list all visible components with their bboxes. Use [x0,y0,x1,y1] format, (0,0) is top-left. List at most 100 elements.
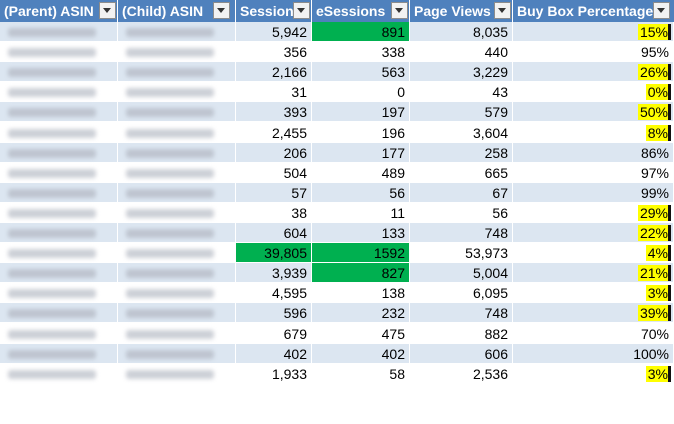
sessions-cell[interactable]: 31 [236,82,312,102]
sessions-cell[interactable]: 57 [236,183,312,203]
parent-asin-cell[interactable] [0,102,118,122]
buy-box-cell[interactable]: 21% [513,263,674,283]
page-views-cell[interactable]: 67 [410,183,513,203]
child-asin-cell[interactable] [118,344,236,364]
child-asin-cell[interactable] [118,183,236,203]
page-views-cell[interactable]: 8,035 [410,22,513,42]
filter-dropdown-icon[interactable] [99,2,116,19]
esessions-cell[interactable]: 58 [312,364,410,384]
buy-box-cell[interactable]: 0% [513,82,674,102]
esessions-cell[interactable]: 133 [312,223,410,243]
buy-box-cell[interactable]: 15% [513,22,674,42]
child-asin-cell[interactable] [118,163,236,183]
child-asin-cell[interactable] [118,303,236,323]
header-sessions[interactable]: Sessions [236,0,312,22]
parent-asin-cell[interactable] [0,183,118,203]
page-views-cell[interactable]: 258 [410,143,513,163]
parent-asin-cell[interactable] [0,143,118,163]
sessions-cell[interactable]: 2,166 [236,62,312,82]
sessions-cell[interactable]: 504 [236,163,312,183]
esessions-cell[interactable]: 489 [312,163,410,183]
buy-box-cell[interactable]: 8% [513,123,674,143]
page-views-cell[interactable]: 606 [410,344,513,364]
buy-box-cell[interactable]: 26% [513,62,674,82]
buy-box-cell[interactable]: 29% [513,203,674,223]
parent-asin-cell[interactable] [0,303,118,323]
page-views-cell[interactable]: 748 [410,303,513,323]
buy-box-cell[interactable]: 100% [513,344,674,364]
parent-asin-cell[interactable] [0,203,118,223]
buy-box-cell[interactable]: 39% [513,303,674,323]
child-asin-cell[interactable] [118,102,236,122]
page-views-cell[interactable]: 3,604 [410,123,513,143]
header-esessions[interactable]: eSessions [312,0,410,22]
parent-asin-cell[interactable] [0,62,118,82]
header-parent-asin[interactable]: (Parent) ASIN [0,0,118,22]
header-buy-box-percentage[interactable]: Buy Box Percentage [513,0,674,22]
header-page-views[interactable]: Page Views [410,0,513,22]
sessions-cell[interactable]: 3,939 [236,263,312,283]
parent-asin-cell[interactable] [0,263,118,283]
esessions-cell[interactable]: 138 [312,283,410,303]
esessions-cell[interactable]: 402 [312,344,410,364]
parent-asin-cell[interactable] [0,82,118,102]
parent-asin-cell[interactable] [0,243,118,263]
buy-box-cell[interactable]: 99% [513,183,674,203]
filter-dropdown-icon[interactable] [293,2,310,19]
page-views-cell[interactable]: 440 [410,42,513,62]
buy-box-cell[interactable]: 3% [513,283,674,303]
child-asin-cell[interactable] [118,123,236,143]
page-views-cell[interactable]: 2,536 [410,364,513,384]
page-views-cell[interactable]: 53,973 [410,243,513,263]
esessions-cell[interactable]: 0 [312,82,410,102]
child-asin-cell[interactable] [118,22,236,42]
page-views-cell[interactable]: 579 [410,102,513,122]
sessions-cell[interactable]: 679 [236,324,312,344]
child-asin-cell[interactable] [118,143,236,163]
parent-asin-cell[interactable] [0,364,118,384]
buy-box-cell[interactable]: 4% [513,243,674,263]
child-asin-cell[interactable] [118,364,236,384]
parent-asin-cell[interactable] [0,22,118,42]
child-asin-cell[interactable] [118,62,236,82]
parent-asin-cell[interactable] [0,324,118,344]
page-views-cell[interactable]: 3,229 [410,62,513,82]
page-views-cell[interactable]: 56 [410,203,513,223]
buy-box-cell[interactable]: 22% [513,223,674,243]
sessions-cell[interactable]: 206 [236,143,312,163]
sessions-cell[interactable]: 356 [236,42,312,62]
sessions-cell[interactable]: 39,805 [236,243,312,263]
sessions-cell[interactable]: 402 [236,344,312,364]
buy-box-cell[interactable]: 97% [513,163,674,183]
page-views-cell[interactable]: 5,004 [410,263,513,283]
child-asin-cell[interactable] [118,283,236,303]
child-asin-cell[interactable] [118,223,236,243]
esessions-cell[interactable]: 475 [312,324,410,344]
header-child-asin[interactable]: (Child) ASIN [118,0,236,22]
page-views-cell[interactable]: 748 [410,223,513,243]
sessions-cell[interactable]: 5,942 [236,22,312,42]
buy-box-cell[interactable]: 50% [513,102,674,122]
filter-dropdown-icon[interactable] [213,2,230,19]
esessions-cell[interactable]: 177 [312,143,410,163]
esessions-cell[interactable]: 56 [312,183,410,203]
child-asin-cell[interactable] [118,82,236,102]
sessions-cell[interactable]: 4,595 [236,283,312,303]
buy-box-cell[interactable]: 86% [513,143,674,163]
child-asin-cell[interactable] [118,324,236,344]
esessions-cell[interactable]: 232 [312,303,410,323]
sessions-cell[interactable]: 38 [236,203,312,223]
sessions-cell[interactable]: 1,933 [236,364,312,384]
parent-asin-cell[interactable] [0,42,118,62]
esessions-cell[interactable]: 891 [312,22,410,42]
parent-asin-cell[interactable] [0,163,118,183]
esessions-cell[interactable]: 563 [312,62,410,82]
sessions-cell[interactable]: 604 [236,223,312,243]
page-views-cell[interactable]: 882 [410,324,513,344]
esessions-cell[interactable]: 11 [312,203,410,223]
buy-box-cell[interactable]: 3% [513,364,674,384]
esessions-cell[interactable]: 197 [312,102,410,122]
filter-dropdown-icon[interactable] [653,2,670,19]
esessions-cell[interactable]: 1592 [312,243,410,263]
page-views-cell[interactable]: 665 [410,163,513,183]
